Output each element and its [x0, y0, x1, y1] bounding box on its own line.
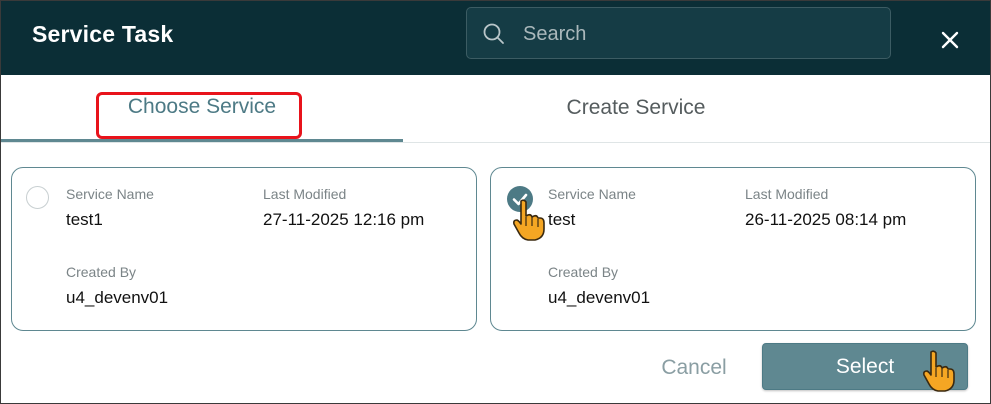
search-input[interactable]	[521, 8, 865, 60]
last-modified-value: 27-11-2025 12:16 pm	[263, 210, 425, 229]
dialog-title: Service Task	[32, 21, 174, 47]
created-by-label: Created By	[66, 264, 137, 280]
cancel-button[interactable]: Cancel	[641, 347, 747, 389]
highlight-box	[96, 92, 302, 139]
hand-pointer-icon	[513, 199, 545, 241]
close-icon[interactable]	[931, 21, 969, 59]
service-card[interactable]: Service Name test Last Modified 26-11-20…	[490, 167, 976, 331]
select-label: Select	[835, 354, 895, 378]
created-by-value: u4_devenv01	[66, 288, 169, 307]
last-modified-label: Last Modified	[745, 186, 829, 202]
service-card[interactable]: Service Name test1 Last Modified 27-11-2…	[11, 167, 477, 331]
service-name-value: test1	[66, 210, 103, 229]
tab-create-service[interactable]: Create Service	[436, 75, 836, 141]
hand-pointer-icon	[923, 350, 955, 392]
created-by-label: Created By	[548, 264, 619, 280]
service-name-label: Service Name	[66, 186, 154, 202]
service-name-label: Service Name	[548, 186, 636, 202]
last-modified-label: Last Modified	[263, 186, 347, 202]
tab-label: Create Service	[566, 96, 706, 119]
radio-button[interactable]	[26, 186, 49, 209]
dialog-header: Service Task	[1, 1, 990, 75]
search-box[interactable]	[466, 7, 891, 60]
created-by-value: u4_devenv01	[548, 288, 651, 307]
search-icon	[483, 23, 504, 44]
service-task-dialog: Service Task Choose Service Create Servi…	[0, 0, 991, 404]
last-modified-value: 26-11-2025 08:14 pm	[745, 210, 907, 229]
